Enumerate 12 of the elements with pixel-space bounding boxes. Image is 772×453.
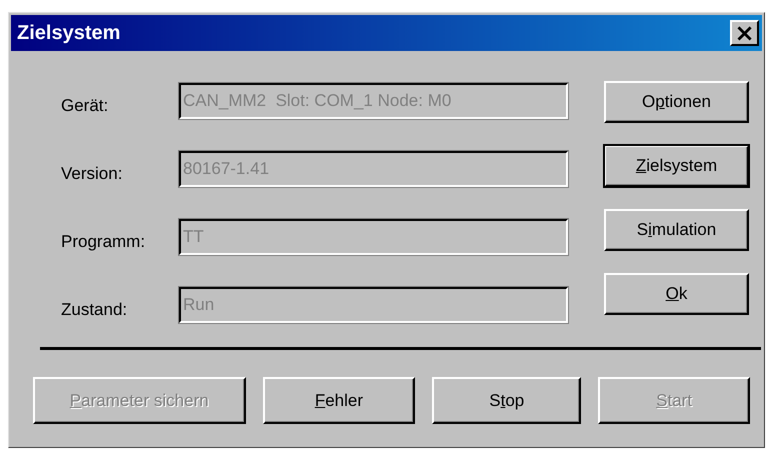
field-label: Zustand: <box>60 300 128 320</box>
window-title: Zielsystem <box>17 22 120 44</box>
close-button[interactable]: × <box>730 20 759 46</box>
dialog-button[interactable]: Fehler <box>262 377 416 424</box>
field-label: Version: <box>60 164 124 184</box>
dialog-button[interactable]: Stop <box>432 377 582 424</box>
dialog-button[interactable]: Simulation <box>604 209 749 251</box>
dialog-button[interactable]: Zielsystem <box>604 145 749 187</box>
dialog-button[interactable]: Optionen <box>604 81 749 123</box>
field-label: Gerät: <box>60 96 110 116</box>
dialog-button[interactable]: Ok <box>604 273 749 315</box>
field-label: Programm: <box>60 232 146 252</box>
